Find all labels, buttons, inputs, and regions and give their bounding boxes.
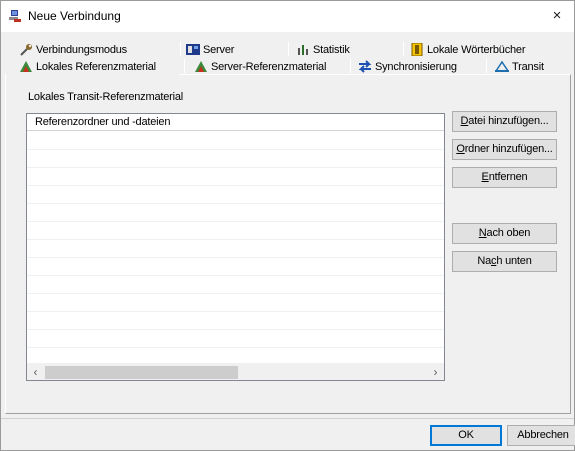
- tab-transit[interactable]: Transit: [495, 58, 544, 75]
- tab-separator: [184, 59, 185, 73]
- tab-row-back: Verbindungsmodus Server Statistik Lokale…: [1, 41, 575, 58]
- tab-separator: [403, 42, 404, 56]
- reference-list[interactable]: Referenzordner und -dateien ‹ ›: [26, 113, 445, 381]
- footer-divider: [1, 418, 574, 419]
- sync-arrows-icon: [358, 60, 372, 73]
- row-gridline: [27, 257, 444, 258]
- button-label: atei hinzufügen...: [468, 115, 549, 127]
- tab-label: Synchronisierung: [375, 60, 457, 73]
- dictionary-icon: [411, 43, 423, 56]
- tab-separator: [486, 59, 487, 73]
- hotkey-letter: N: [478, 227, 487, 239]
- add-folder-button[interactable]: Ordner hinzufügen...: [452, 139, 557, 160]
- tab-separator: [288, 42, 289, 56]
- row-gridline: [27, 275, 444, 276]
- tab-label: Server: [203, 43, 235, 56]
- tab-statistik[interactable]: Statistik: [296, 41, 350, 58]
- server-reference-icon: [195, 61, 207, 72]
- tab-server[interactable]: Server: [186, 41, 234, 58]
- dialog-window: Neue Verbindung × Verbindungsmodus Serve…: [0, 0, 575, 451]
- scroll-right-button[interactable]: ›: [427, 364, 444, 381]
- tab-label: Statistik: [313, 43, 350, 56]
- cancel-button[interactable]: Abbrechen: [507, 425, 575, 446]
- chevron-right-icon: ›: [433, 365, 438, 379]
- row-gridline: [27, 167, 444, 168]
- tab-label: Server-Referenzmaterial: [211, 60, 327, 73]
- button-label: h unten: [496, 255, 532, 267]
- window-title: Neue Verbindung: [28, 9, 121, 23]
- hotkey-letter: O: [456, 143, 465, 155]
- row-gridline: [27, 293, 444, 294]
- row-gridline: [27, 347, 444, 348]
- hotkey-letter: E: [481, 171, 489, 183]
- ok-button[interactable]: OK: [430, 425, 502, 446]
- row-gridline: [27, 311, 444, 312]
- transit-icon: [495, 60, 509, 72]
- row-gridline: [27, 239, 444, 240]
- group-label: Lokales Transit-Referenzmaterial: [28, 91, 184, 103]
- tab-separator: [180, 42, 181, 56]
- move-down-button[interactable]: Nach unten: [452, 251, 557, 272]
- title-bar: Neue Verbindung ×: [1, 1, 574, 32]
- tab-separator: [350, 59, 351, 73]
- active-tab-indicator: [6, 73, 179, 75]
- row-gridline: [27, 329, 444, 330]
- tab-label: Transit: [512, 60, 544, 73]
- network-connection-icon: [9, 10, 21, 22]
- row-gridline: [27, 221, 444, 222]
- row-gridline: [27, 203, 444, 204]
- move-up-button[interactable]: Nach oben: [452, 223, 557, 244]
- close-button[interactable]: ×: [540, 1, 574, 32]
- tab-label: Verbindungsmodus: [36, 43, 127, 56]
- tab-lokale-woerterbuecher[interactable]: Lokale Wörterbücher: [410, 41, 526, 58]
- tab-label: Lokales Referenzmaterial: [36, 60, 156, 73]
- scroll-left-button[interactable]: ‹: [27, 364, 44, 381]
- tab-label: Lokale Wörterbücher: [427, 43, 526, 56]
- add-file-button[interactable]: Datei hinzufügen...: [452, 111, 557, 132]
- button-label: ach oben: [486, 227, 531, 239]
- row-gridline: [27, 185, 444, 186]
- scroll-thumb[interactable]: [45, 366, 238, 379]
- button-label: rdner hinzufügen...: [464, 143, 553, 155]
- horizontal-scrollbar[interactable]: ‹ ›: [27, 363, 444, 380]
- local-reference-icon: [20, 61, 32, 72]
- remove-button[interactable]: Entfernen: [452, 167, 557, 188]
- tab-verbindungsmodus[interactable]: Verbindungsmodus: [19, 41, 127, 58]
- chevron-left-icon: ‹: [33, 365, 38, 379]
- close-icon: ×: [552, 7, 562, 24]
- tab-synchronisierung[interactable]: Synchronisierung: [358, 58, 457, 75]
- column-header-label: Referenzordner und -dateien: [35, 116, 171, 128]
- statistics-icon: [298, 45, 308, 55]
- tab-server-referenzmaterial[interactable]: Server-Referenzmaterial: [194, 58, 326, 75]
- server-icon: [186, 44, 200, 55]
- button-label: ntfernen: [488, 171, 528, 183]
- wrench-icon: [20, 44, 32, 56]
- row-gridline: [27, 149, 444, 150]
- list-column-header[interactable]: Referenzordner und -dateien: [27, 114, 444, 131]
- button-label-prefix: Na: [477, 255, 492, 267]
